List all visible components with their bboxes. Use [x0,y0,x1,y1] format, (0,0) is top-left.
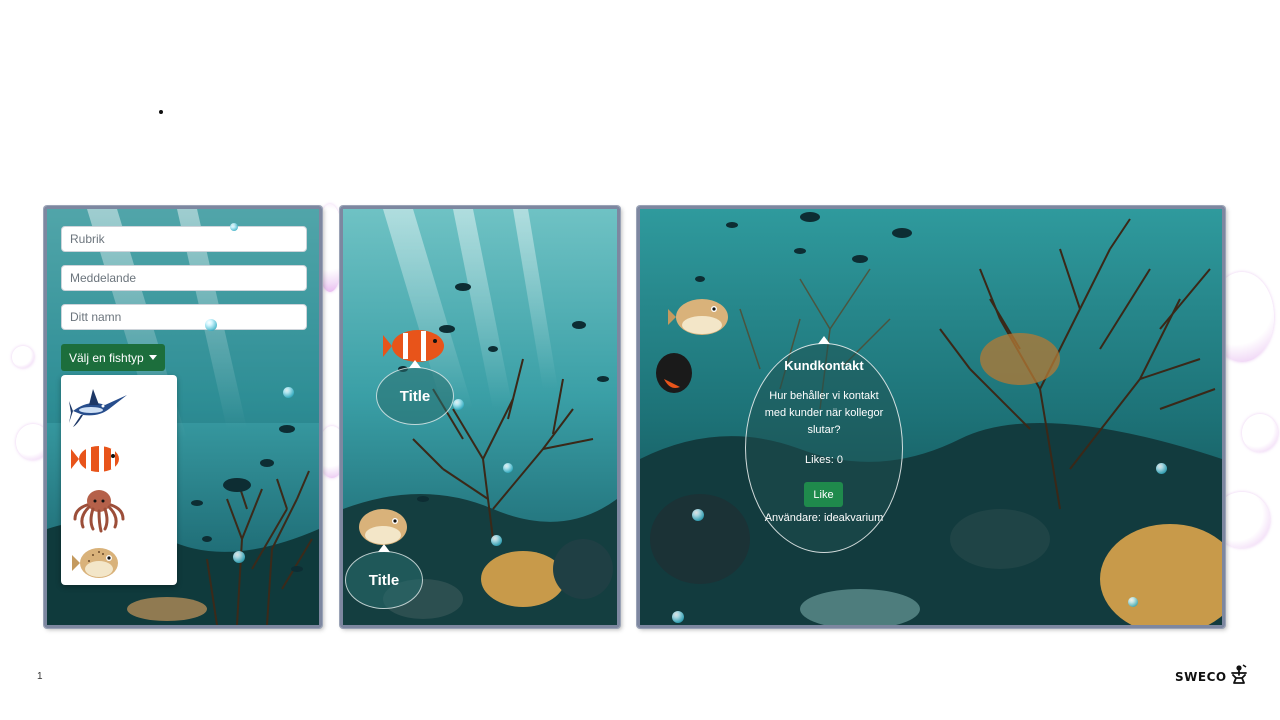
small-bubble [1156,463,1167,474]
message-input[interactable] [61,265,307,291]
small-bubble [672,611,684,623]
logo-text: SWECO [1175,670,1227,684]
clownfish-icon[interactable] [69,435,129,481]
idea-message: Hur behåller vi kontakt med kunder när k… [764,390,884,436]
idea-bubble-title[interactable]: Title [376,367,454,425]
small-bubble [230,223,238,231]
small-bubble [283,387,294,398]
idea-title: Kundkontakt [784,358,864,373]
dropdown-label: Välj en fishtyp [69,350,144,365]
small-bubble [1128,597,1138,607]
idea-author: Användare: ideakvarium [764,512,884,524]
fish-type-menu [61,375,177,585]
octopus-icon[interactable] [69,487,129,533]
swordfish-icon[interactable] [69,383,129,429]
page-number: 1 [37,671,43,682]
small-bubble [233,551,245,563]
bullet-point [159,110,163,114]
aquarium-panel-middle: Title Title [340,206,620,628]
small-bubble [692,509,704,521]
like-button[interactable]: Like [804,482,843,507]
ocean-background [640,209,1222,625]
idea-title: Title [399,387,431,405]
idea-bubble-expanded[interactable]: Kundkontakt Hur behåller vi kontakt med … [745,343,903,553]
aquarium-panel-right: Kundkontakt Hur behåller vi kontakt med … [637,206,1225,628]
caret-down-icon [148,355,157,360]
decorative-bubble [12,346,34,368]
title-input[interactable] [61,226,307,252]
idea-form-panel: Välj en fishtyp [44,206,322,628]
sweco-person-icon [1230,664,1247,684]
name-input[interactable] [61,304,307,330]
decorative-bubble [1242,414,1278,452]
small-bubble [453,399,464,410]
small-bubble [503,463,513,473]
small-bubble [205,319,217,331]
pufferfish-icon[interactable] [69,539,129,585]
fish-type-dropdown[interactable]: Välj en fishtyp [61,344,165,371]
likes-count: Likes: 0 [805,454,843,466]
idea-title: Title [368,571,400,589]
sweco-logo: SWECO [1175,662,1248,684]
small-bubble [491,535,502,546]
idea-bubble-title[interactable]: Title [345,551,423,609]
